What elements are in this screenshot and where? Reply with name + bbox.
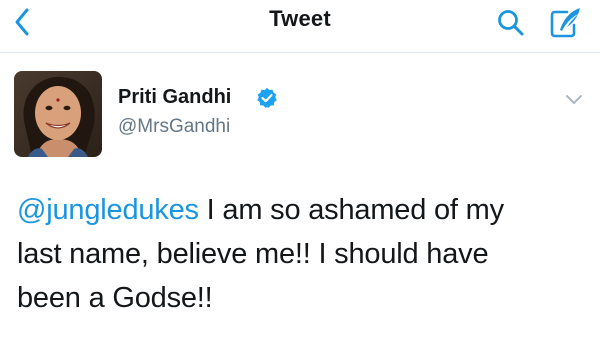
tweet-text-line-1: @jungledukes I am so ashamed of my (17, 188, 587, 232)
search-button[interactable] (494, 6, 528, 40)
top-nav-bar: Tweet (0, 0, 600, 53)
verified-badge-icon (257, 87, 277, 108)
search-icon (498, 10, 524, 36)
tweet-text-line-3: been a Godse!! (17, 282, 213, 314)
tweet-text-segment: I am so ashamed of my (198, 194, 504, 226)
tweet-text-line-2: last name, believe me!! I should have (17, 238, 489, 270)
author-avatar[interactable] (14, 71, 102, 157)
author-handle[interactable]: @MrsGandhi (118, 116, 230, 138)
mention-link[interactable]: @jungledukes (17, 194, 199, 226)
chevron-down-icon (566, 95, 582, 104)
compose-button[interactable] (545, 4, 585, 42)
avatar-photo (14, 71, 102, 157)
tweet-text: @jungledukes I am so ashamed of my last … (17, 188, 587, 320)
compose-quill-icon (550, 8, 580, 38)
tweet-menu-button[interactable] (560, 88, 588, 110)
author-name[interactable]: Priti Gandhi (118, 86, 231, 109)
tweet-detail-screen: Tweet Priti Gandhi @MrsGandhi @jungleduk… (0, 0, 600, 337)
